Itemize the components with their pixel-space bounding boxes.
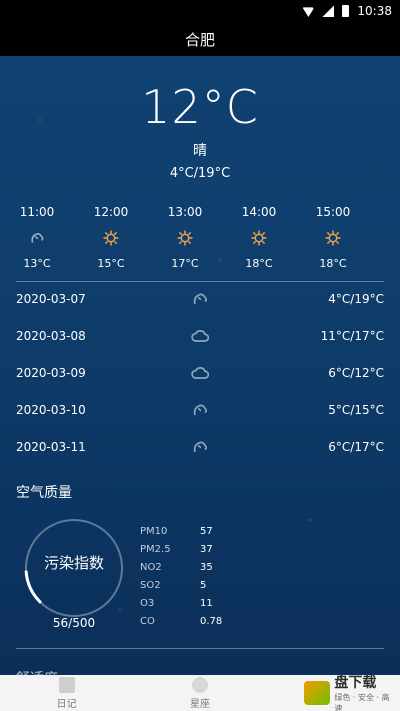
day-row: 2020-03-08 11°C/17°C bbox=[16, 323, 384, 349]
signal-icon bbox=[322, 5, 335, 17]
day-range: 11°C/17°C bbox=[320, 329, 384, 343]
aqi-gauge: 污染指数 56/500 bbox=[18, 512, 130, 630]
day-range: 6°C/17°C bbox=[328, 440, 384, 454]
hour-time: 13:00 bbox=[167, 205, 203, 219]
pollutant-name: PM2.5 bbox=[140, 543, 171, 555]
cloudy-icon bbox=[193, 404, 208, 416]
pollutant-name: O3 bbox=[140, 597, 155, 609]
hour-item: 14:00 18°C bbox=[222, 205, 296, 270]
status-bar: 10:38 bbox=[0, 0, 400, 22]
hour-temp: 18°C bbox=[319, 257, 347, 270]
day-range: 5°C/15°C bbox=[328, 403, 384, 417]
current-weather: 12°C 晴 4°C/19°C bbox=[0, 80, 400, 181]
status-time: 10:38 bbox=[357, 4, 392, 18]
diary-icon bbox=[58, 676, 75, 693]
current-range: 4°C/19°C bbox=[169, 166, 231, 181]
pollutant-list: PM10 57 PM2.5 37 NO2 35 SO2 5 O3 11 CO 0… bbox=[140, 522, 260, 630]
title-bar: 合肥 bbox=[0, 22, 400, 56]
aqi-progress-arc bbox=[24, 570, 42, 604]
pollutant-row: NO2 35 bbox=[140, 558, 260, 576]
pollutant-name: CO bbox=[140, 615, 155, 627]
cloudy-icon bbox=[31, 233, 44, 243]
cloudy-icon bbox=[193, 441, 208, 453]
cloudy-icon bbox=[193, 293, 208, 305]
pollutant-name: SO2 bbox=[140, 579, 161, 591]
city-title: 合肥 bbox=[184, 30, 215, 49]
pollutant-value: 0.78 bbox=[200, 615, 223, 627]
pollutant-value: 11 bbox=[200, 597, 213, 609]
air-quality-title: 空气质量 bbox=[16, 485, 72, 501]
watermark: 盘下载 绿色 · 安全 · 高速 bbox=[304, 675, 394, 711]
pollutant-value: 5 bbox=[200, 579, 207, 591]
divider bbox=[16, 281, 384, 282]
current-condition: 晴 bbox=[193, 143, 207, 159]
day-range: 6°C/12°C bbox=[328, 366, 384, 380]
hour-item: 11:00 13°C bbox=[0, 205, 74, 270]
sun-icon bbox=[325, 230, 341, 246]
watermark-logo-icon bbox=[304, 681, 331, 705]
current-temperature: 12°C bbox=[141, 80, 259, 134]
day-date: 2020-03-11 bbox=[16, 440, 86, 454]
aqi-value: 56/500 bbox=[52, 616, 96, 630]
day-row: 2020-03-09 6°C/12°C bbox=[16, 360, 384, 386]
pollutant-name: PM10 bbox=[140, 525, 168, 537]
hour-item: 15:00 18°C bbox=[296, 205, 370, 270]
pollutant-row: SO2 5 bbox=[140, 576, 260, 594]
day-date: 2020-03-09 bbox=[16, 366, 86, 380]
nav-label: 日记 bbox=[56, 698, 77, 710]
pollutant-value: 37 bbox=[200, 543, 213, 555]
sun-icon bbox=[177, 230, 193, 246]
wifi-icon bbox=[302, 7, 315, 17]
day-date: 2020-03-07 bbox=[16, 292, 86, 306]
constellation-icon bbox=[191, 676, 208, 693]
hourly-forecast[interactable]: 11:00 13°C 12:00 15°C 13:00 17°C 14:00 1… bbox=[0, 205, 400, 285]
hour-time: 14:00 bbox=[241, 205, 277, 219]
sun-icon bbox=[103, 230, 119, 246]
pollutant-value: 35 bbox=[200, 561, 213, 573]
nav-item-diary[interactable]: 日记 bbox=[7, 676, 127, 710]
pollutant-row: CO 0.78 bbox=[140, 612, 260, 630]
pollutant-name: NO2 bbox=[140, 561, 162, 573]
pollutant-row: PM2.5 37 bbox=[140, 540, 260, 558]
hour-item: 13:00 17°C bbox=[148, 205, 222, 270]
hour-temp: 15°C bbox=[97, 257, 125, 270]
nav-item-constellation[interactable]: 星座 bbox=[140, 676, 260, 710]
aqi-label: 污染指数 bbox=[43, 554, 104, 572]
cloud-icon bbox=[191, 367, 210, 379]
hour-temp: 17°C bbox=[171, 257, 199, 270]
day-date: 2020-03-10 bbox=[16, 403, 86, 417]
hour-time: 11:00 bbox=[19, 205, 55, 219]
hour-temp: 13°C bbox=[23, 257, 51, 270]
daily-forecast: 2020-03-07 4°C/19°C 2020-03-08 11°C/17°C… bbox=[16, 286, 384, 466]
cloud-icon bbox=[191, 330, 210, 342]
pollutant-row: PM10 57 bbox=[140, 522, 260, 540]
divider bbox=[16, 648, 384, 649]
nav-label: 星座 bbox=[189, 698, 210, 710]
hour-temp: 18°C bbox=[245, 257, 273, 270]
pollutant-value: 57 bbox=[200, 525, 213, 537]
day-range: 4°C/19°C bbox=[328, 292, 384, 306]
day-row: 2020-03-10 5°C/15°C bbox=[16, 397, 384, 423]
battery-icon bbox=[342, 5, 350, 17]
hour-time: 12:00 bbox=[93, 205, 129, 219]
hour-item: 12:00 15°C bbox=[74, 205, 148, 270]
sun-icon bbox=[251, 230, 267, 246]
watermark-tagline: 绿色 · 安全 · 高速 bbox=[334, 693, 390, 711]
hour-time: 15:00 bbox=[315, 205, 351, 219]
pollutant-row: O3 11 bbox=[140, 594, 260, 612]
day-row: 2020-03-11 6°C/17°C bbox=[16, 434, 384, 460]
watermark-brand: 盘下载 bbox=[334, 675, 377, 691]
watermark-text: 盘下载 绿色 · 安全 · 高速 bbox=[334, 672, 394, 711]
day-date: 2020-03-08 bbox=[16, 329, 86, 343]
day-row: 2020-03-07 4°C/19°C bbox=[16, 286, 384, 312]
